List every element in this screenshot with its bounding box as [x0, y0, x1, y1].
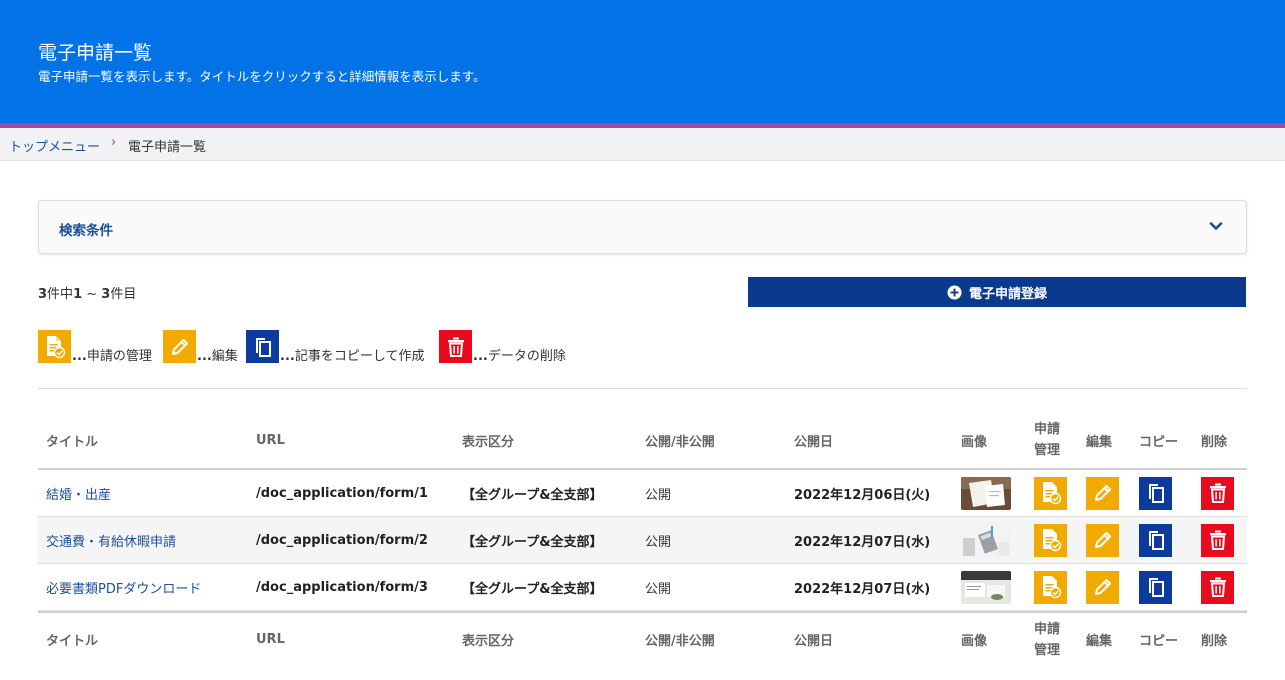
page-header: 電子申請一覧 電子申請一覧を表示します。タイトルをクリックすると詳細情報を表示し… [0, 0, 1285, 123]
col-header-delete: 削除 [1201, 434, 1228, 450]
col-footer-delete: 削除 [1201, 634, 1228, 649]
edit-button[interactable] [1086, 476, 1119, 510]
row-url: /doc_application/form/3 [256, 579, 428, 595]
breadcrumb-top-menu-link[interactable]: トップメニュー [9, 136, 100, 155]
copy-icon [246, 330, 279, 363]
copy-button[interactable] [1139, 523, 1172, 557]
col-header-manage: 申請 管理 [1034, 422, 1061, 458]
edit-button[interactable] [1086, 523, 1119, 557]
table-header: タイトル URL 表示区分 公開/非公開 公開日 画像 申請 管理 編集 コピー … [38, 412, 1247, 470]
col-header-date[interactable]: 公開日 [794, 412, 833, 468]
legend-edit-label: 編集 [211, 349, 238, 364]
thumbnail-image [961, 476, 1011, 510]
row-title-link[interactable]: 交通費・有給休暇申請 [46, 517, 176, 563]
row-display: 【全グループ&全支部】 [462, 581, 603, 597]
legend-edit: ...編集 [163, 329, 238, 363]
chevron-down-icon[interactable] [1208, 218, 1224, 234]
row-url: /doc_application/form/1 [256, 485, 428, 501]
col-footer-image: 画像 [961, 634, 988, 649]
search-conditions-panel[interactable]: 検索条件 [38, 200, 1247, 254]
delete-button[interactable] [1201, 476, 1234, 510]
col-footer-publish: 公開/非公開 [645, 634, 715, 649]
row-date: 2022年12月06日(火) [794, 487, 931, 503]
row-url: /doc_application/form/2 [256, 532, 428, 548]
manage-application-button[interactable] [1034, 570, 1067, 604]
col-footer-manage: 申請 管理 [1034, 621, 1061, 658]
copy-button[interactable] [1139, 476, 1172, 510]
table-row: 必要書類PDFダウンロード /doc_application/form/3 【全… [38, 564, 1247, 611]
col-footer-copy: コピー [1139, 634, 1179, 649]
table-row: 結婚・出産 /doc_application/form/1 【全グループ&全支部… [38, 470, 1247, 517]
row-publish: 公開 [645, 487, 672, 503]
col-header-display[interactable]: 表示区分 [462, 412, 514, 468]
copy-button[interactable] [1139, 570, 1172, 604]
legend-copy: ...記事をコピーして作成 [246, 329, 424, 363]
breadcrumb-separator-icon: › [111, 135, 117, 150]
row-thumbnail[interactable] [961, 517, 1011, 563]
divider [38, 388, 1247, 389]
table-footer-header: タイトル URL 表示区分 公開/非公開 公開日 画像 申請 管理 編集 コピー … [38, 611, 1247, 666]
row-thumbnail[interactable] [961, 470, 1011, 516]
register-application-button[interactable]: 電子申請登録 [748, 277, 1246, 307]
row-display: 【全グループ&全支部】 [462, 534, 603, 550]
legend-delete: ...データの削除 [439, 329, 566, 363]
col-header-title[interactable]: タイトル [46, 412, 98, 468]
thumbnail-image [961, 523, 1011, 557]
col-footer-title: タイトル [46, 634, 99, 649]
page-description: 電子申請一覧を表示します。タイトルをクリックすると詳細情報を表示します。 [38, 69, 486, 84]
row-publish: 公開 [645, 534, 672, 550]
result-count: 3件中1 ~ 3件目 [38, 287, 137, 302]
plus-circle-icon [947, 284, 962, 300]
col-header-copy: コピー [1139, 434, 1179, 450]
legend-manage: ...申請の管理 [38, 329, 152, 363]
document-check-icon [38, 330, 71, 363]
row-date: 2022年12月07日(水) [794, 581, 931, 597]
col-footer-display: 表示区分 [462, 634, 515, 649]
col-header-url[interactable]: URL [256, 412, 285, 468]
page-title: 電子申請一覧 [38, 42, 153, 64]
col-header-publish[interactable]: 公開/非公開 [645, 412, 715, 468]
row-display: 【全グループ&全支部】 [462, 487, 603, 503]
legend-manage-label: 申請の管理 [86, 349, 152, 364]
thumbnail-image [961, 570, 1011, 604]
row-thumbnail[interactable] [961, 564, 1011, 610]
col-header-edit: 編集 [1086, 434, 1113, 450]
breadcrumb: トップメニュー › 電子申請一覧 [0, 128, 1285, 161]
search-conditions-label: 検索条件 [59, 223, 113, 239]
row-date: 2022年12月07日(水) [794, 534, 931, 550]
trash-icon [439, 330, 472, 363]
legend-copy-label: 記事をコピーして作成 [294, 349, 425, 364]
edit-button[interactable] [1086, 570, 1119, 604]
table-row: 交通費・有給休暇申請 /doc_application/form/2 【全グルー… [38, 517, 1247, 564]
row-title-link[interactable]: 結婚・出産 [46, 470, 111, 516]
manage-application-button[interactable] [1034, 523, 1067, 557]
delete-button[interactable] [1201, 523, 1234, 557]
register-button-label: 電子申請登録 [968, 286, 1047, 302]
breadcrumb-current: 電子申請一覧 [128, 140, 207, 155]
legend-delete-label: データの削除 [487, 349, 566, 364]
col-footer-url: URL [256, 632, 285, 647]
pencil-icon [163, 330, 196, 363]
col-footer-date: 公開日 [794, 634, 834, 649]
row-publish: 公開 [645, 581, 672, 597]
manage-application-button[interactable] [1034, 476, 1067, 510]
row-title-link[interactable]: 必要書類PDFダウンロード [46, 564, 201, 610]
col-header-image: 画像 [961, 434, 988, 450]
col-footer-edit: 編集 [1086, 634, 1113, 649]
delete-button[interactable] [1201, 570, 1234, 604]
